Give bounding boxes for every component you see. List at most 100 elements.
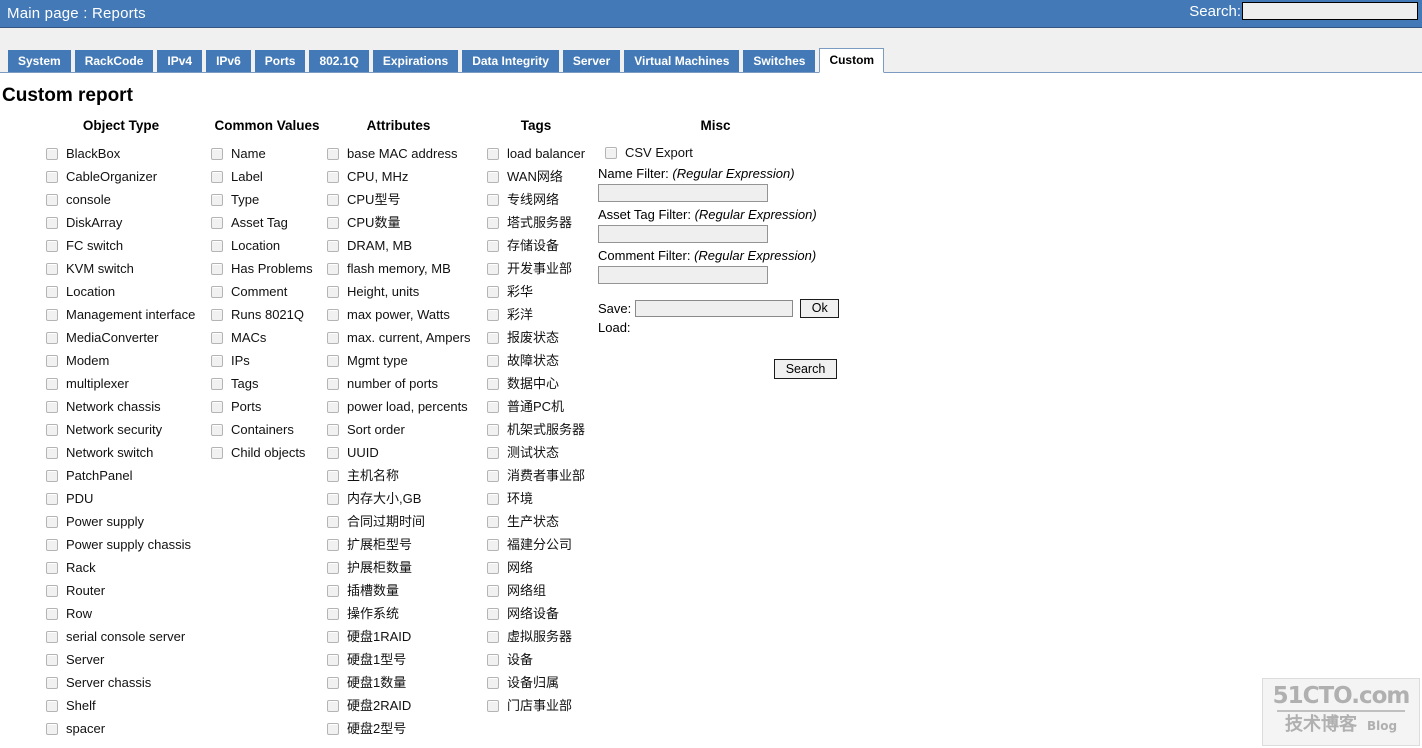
tab-ports[interactable]: Ports [254,50,306,72]
checkbox[interactable] [211,400,223,413]
checkbox[interactable] [327,699,339,712]
checkbox[interactable] [487,630,499,643]
checkbox-item[interactable]: load balancer [487,142,592,165]
checkbox[interactable] [487,699,499,712]
checkbox[interactable] [46,515,58,528]
checkbox[interactable] [46,354,58,367]
checkbox-item[interactable]: CPU, MHz [327,165,482,188]
checkbox-item[interactable]: CableOrganizer [46,165,216,188]
checkbox[interactable] [46,308,58,321]
tab-rackcode[interactable]: RackCode [74,50,154,72]
checkbox[interactable] [211,331,223,344]
checkbox-item[interactable]: Sort order [327,418,482,441]
checkbox-item[interactable]: Shelf [46,694,216,717]
checkbox-item[interactable]: power load, percents [327,395,482,418]
checkbox[interactable] [487,446,499,459]
checkbox-item[interactable]: 消费者事业部 [487,464,592,487]
checkbox-item[interactable]: WAN网络 [487,165,592,188]
checkbox[interactable] [327,676,339,689]
checkbox-item[interactable]: DiskArray [46,211,216,234]
checkbox-item[interactable]: 网络 [487,556,592,579]
checkbox-item[interactable]: 插槽数量 [327,579,482,602]
checkbox[interactable] [211,446,223,459]
checkbox[interactable] [46,331,58,344]
checkbox-item[interactable]: 硬盘2型号 [327,717,482,740]
search-button[interactable]: Search [774,359,837,379]
checkbox-item[interactable]: IPs [211,349,331,372]
checkbox-item[interactable]: console [46,188,216,211]
checkbox[interactable] [46,538,58,551]
checkbox-item[interactable]: Modem [46,349,216,372]
checkbox[interactable] [327,469,339,482]
checkbox-item[interactable]: Label [211,165,331,188]
checkbox-item[interactable]: Mgmt type [327,349,482,372]
checkbox[interactable] [327,515,339,528]
checkbox-item[interactable]: 机架式服务器 [487,418,592,441]
checkbox[interactable] [46,722,58,735]
checkbox[interactable] [487,515,499,528]
checkbox[interactable] [327,308,339,321]
checkbox-item[interactable]: max. current, Ampers [327,326,482,349]
checkbox-item[interactable]: 报废状态 [487,326,592,349]
checkbox[interactable] [487,285,499,298]
checkbox-item[interactable]: multiplexer [46,372,216,395]
checkbox-item[interactable]: PatchPanel [46,464,216,487]
checkbox[interactable] [46,469,58,482]
checkbox-item[interactable]: 设备 [487,648,592,671]
checkbox[interactable] [327,285,339,298]
tab-802-1q[interactable]: 802.1Q [309,50,369,72]
checkbox-item[interactable]: 硬盘1型号 [327,648,482,671]
checkbox[interactable] [487,561,499,574]
checkbox[interactable] [46,699,58,712]
checkbox-item[interactable]: 设备归属 [487,671,592,694]
checkbox-item[interactable]: Location [46,280,216,303]
checkbox-item[interactable]: max power, Watts [327,303,482,326]
checkbox[interactable] [46,653,58,666]
search-input[interactable] [1242,2,1418,20]
checkbox-item[interactable]: 网络组 [487,579,592,602]
checkbox[interactable] [327,561,339,574]
checkbox[interactable] [487,216,499,229]
checkbox-item[interactable]: 门店事业部 [487,694,592,717]
checkbox-item[interactable]: Power supply chassis [46,533,216,556]
checkbox-item[interactable]: Height, units [327,280,482,303]
checkbox[interactable] [46,607,58,620]
tab-switches[interactable]: Switches [743,50,816,72]
checkbox[interactable] [327,446,339,459]
tab-virtual-machines[interactable]: Virtual Machines [624,50,740,72]
checkbox-item[interactable]: UUID [327,441,482,464]
checkbox[interactable] [46,262,58,275]
checkbox[interactable] [46,676,58,689]
checkbox[interactable] [487,377,499,390]
checkbox[interactable] [327,147,339,160]
checkbox[interactable] [211,285,223,298]
checkbox[interactable] [487,239,499,252]
checkbox-item[interactable]: DRAM, MB [327,234,482,257]
checkbox[interactable] [487,538,499,551]
checkbox[interactable] [487,170,499,183]
checkbox-item[interactable]: KVM switch [46,257,216,280]
checkbox-item[interactable]: Asset Tag [211,211,331,234]
checkbox-item[interactable]: Server chassis [46,671,216,694]
checkbox-item[interactable]: 主机名称 [327,464,482,487]
checkbox[interactable] [327,170,339,183]
checkbox-item[interactable]: Type [211,188,331,211]
checkbox-item[interactable]: Child objects [211,441,331,464]
checkbox-item[interactable]: BlackBox [46,142,216,165]
tab-server[interactable]: Server [562,50,621,72]
checkbox-item[interactable]: 合同过期时间 [327,510,482,533]
checkbox[interactable] [487,653,499,666]
checkbox[interactable] [487,676,499,689]
checkbox-item[interactable]: serial console server [46,625,216,648]
checkbox[interactable] [211,423,223,436]
checkbox-item[interactable]: 测试状态 [487,441,592,464]
checkbox-item[interactable]: 福建分公司 [487,533,592,556]
checkbox-item[interactable]: 彩洋 [487,303,592,326]
checkbox[interactable] [46,492,58,505]
checkbox-item[interactable]: 内存大小,GB [327,487,482,510]
checkbox[interactable] [46,193,58,206]
checkbox[interactable] [487,147,499,160]
checkbox-item[interactable]: 塔式服务器 [487,211,592,234]
checkbox[interactable] [327,377,339,390]
checkbox-item[interactable]: base MAC address [327,142,482,165]
